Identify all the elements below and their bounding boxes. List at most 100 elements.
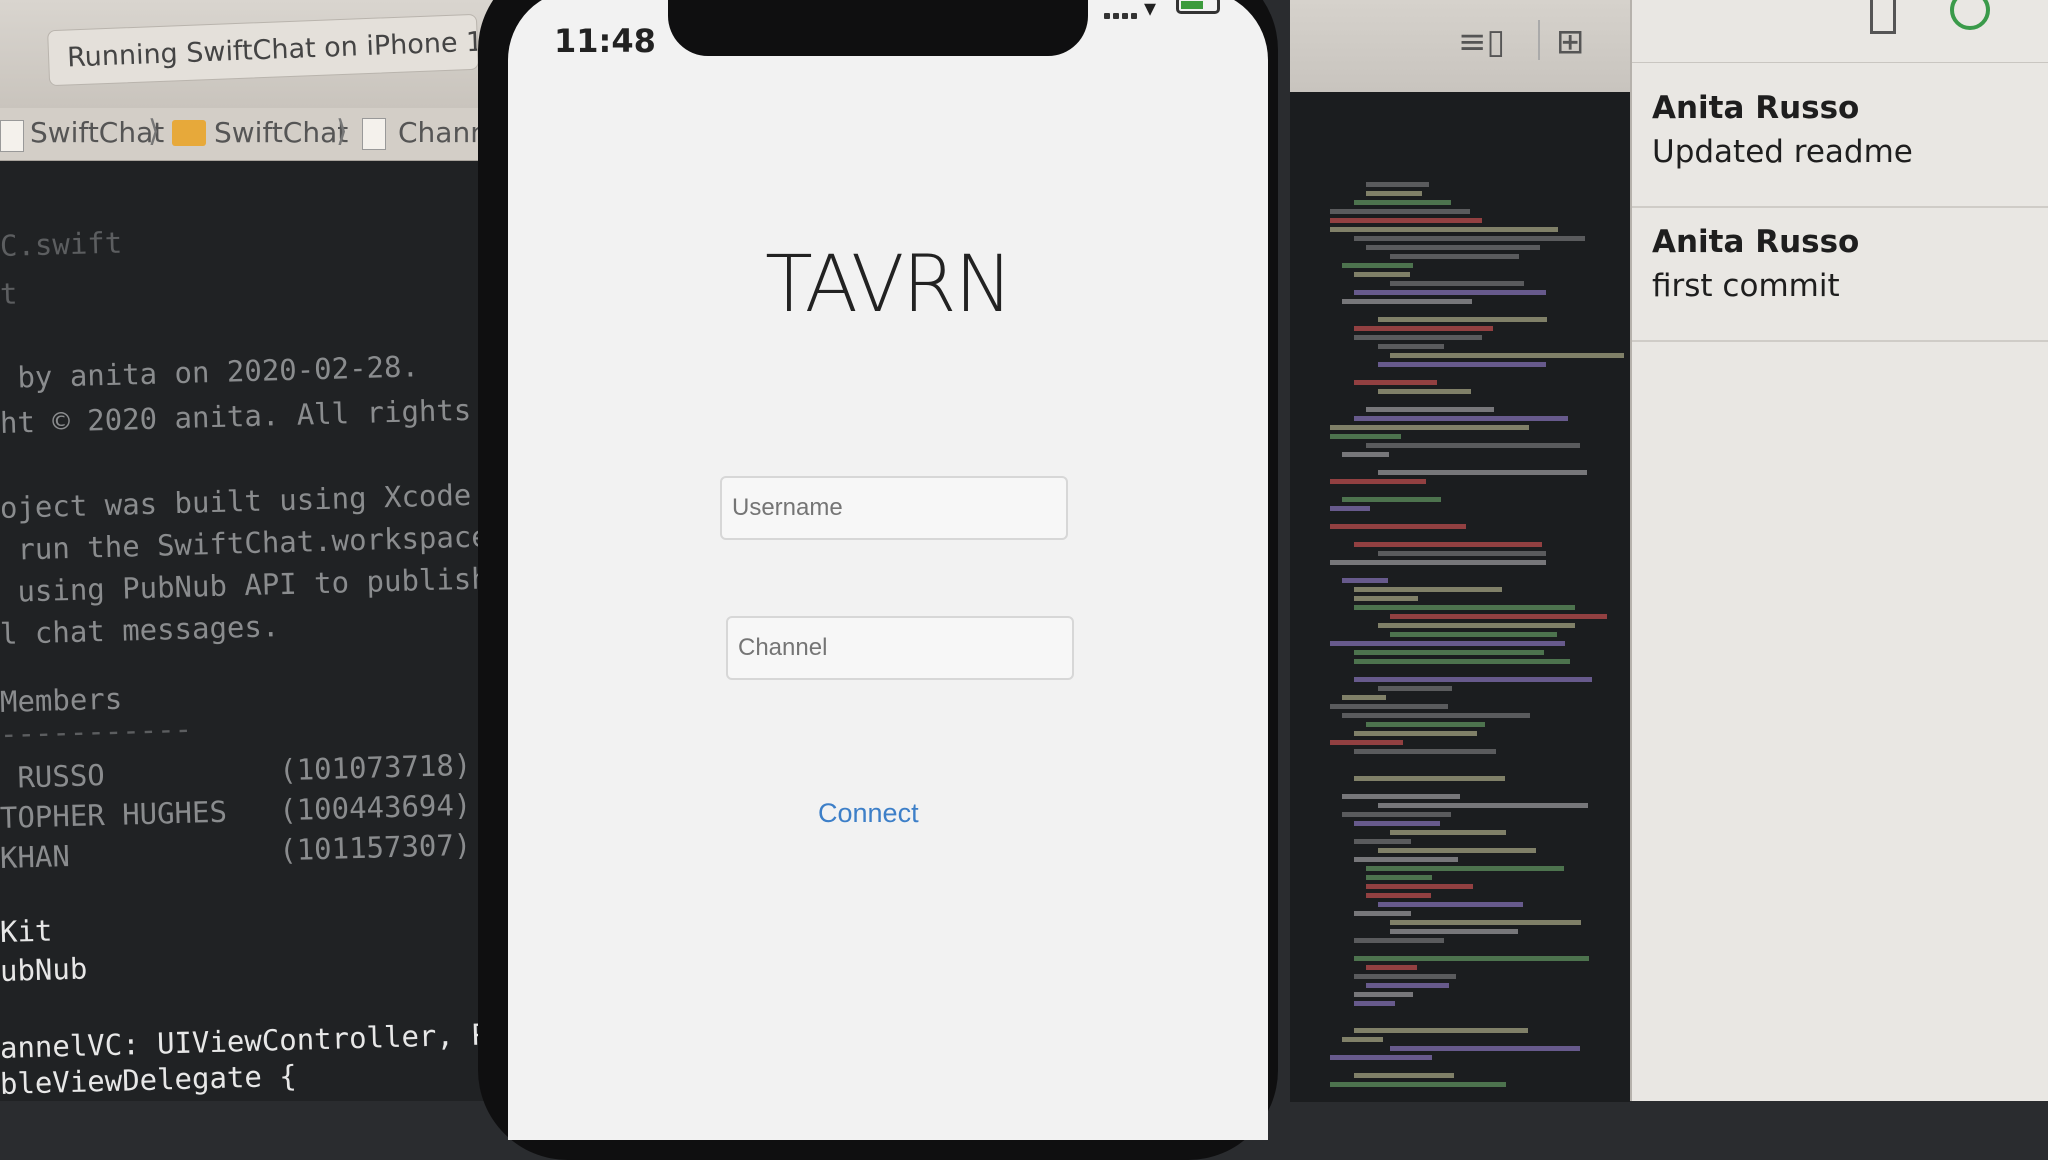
minimap-line <box>1330 425 1529 430</box>
minimap-line <box>1330 209 1470 214</box>
minimap-line <box>1354 1001 1395 1006</box>
document-icon[interactable] <box>1870 0 1896 34</box>
minimap-line <box>1354 200 1451 205</box>
minimap-line <box>1354 587 1502 592</box>
app-title: TAVRN <box>765 240 1013 330</box>
breadcrumb-group[interactable]: SwiftChat <box>214 116 348 149</box>
minimap-line <box>1354 776 1505 781</box>
commit-author: Anita Russo <box>1652 90 1860 126</box>
minimap-line <box>1342 1037 1383 1042</box>
editor-toolbar: ≡▯ ⊞ <box>1290 0 1630 92</box>
minimap-line <box>1330 218 1483 223</box>
minimap-line <box>1354 839 1412 844</box>
minimap-line <box>1390 929 1519 934</box>
minimap-line <box>1354 596 1419 601</box>
minimap-line <box>1354 857 1459 862</box>
minimap-line <box>1330 704 1448 709</box>
minimap-line <box>1330 1082 1507 1087</box>
minimap-line <box>1366 893 1431 898</box>
xcode-toolbar: Running SwiftChat on iPhone 11 <box>0 0 520 108</box>
minimap-line <box>1330 524 1466 529</box>
minimap-line <box>1366 965 1417 970</box>
minimap-line <box>1354 1028 1529 1033</box>
code-line: TOPHER HUGHES (100443694) <box>0 787 472 835</box>
minimap-line <box>1354 380 1438 385</box>
minimap-line <box>1378 803 1589 808</box>
minimap-line <box>1330 227 1558 232</box>
channel-field[interactable] <box>726 616 1074 680</box>
source-control-panel: Anita Russo Updated readme Anita Russo f… <box>1630 0 2048 1101</box>
activity-status-text: Running SwiftChat on iPhone 11 <box>66 25 479 74</box>
status-bar-time: 11:48 <box>554 22 656 60</box>
breadcrumb-file[interactable]: Chann <box>398 116 488 149</box>
minimap-line <box>1390 281 1525 286</box>
commit-item[interactable]: Anita Russo Updated readme <box>1632 72 2048 208</box>
minimap-line <box>1390 830 1507 835</box>
minimap-line <box>1366 182 1430 187</box>
minimap-line <box>1366 866 1565 871</box>
minimap-line <box>1330 1055 1432 1060</box>
jump-bar: SwiftChat ⟩ SwiftChat ⟩ Chann <box>0 108 520 161</box>
minimap-line <box>1366 191 1422 196</box>
commit-message: Updated readme <box>1652 134 1913 170</box>
iphone-screen: 11:48 ▾ TAVRN Connect <box>508 0 1268 1140</box>
minimap-line <box>1354 659 1571 664</box>
code-line: Kit <box>0 913 53 949</box>
code-minimap[interactable] <box>1290 92 1630 1102</box>
minimap-line <box>1330 560 1547 565</box>
minimap-line <box>1330 506 1371 511</box>
code-line: using PubNub API to publish, s <box>0 559 520 609</box>
commit-author: Anita Russo <box>1652 224 1860 260</box>
minimap-line <box>1366 722 1486 727</box>
minimap-line <box>1354 542 1542 547</box>
minimap-line <box>1378 317 1548 322</box>
username-field[interactable] <box>720 476 1068 540</box>
commit-item[interactable]: Anita Russo first commit <box>1632 206 2048 342</box>
minimap-line <box>1342 497 1442 502</box>
minimap-line <box>1342 695 1387 700</box>
minimap-line <box>1354 821 1440 826</box>
editor-layout-icon[interactable]: ≡▯ <box>1458 22 1505 62</box>
toolbar-divider <box>1538 20 1540 60</box>
minimap-line <box>1378 623 1576 628</box>
code-editor[interactable]: C.swift t by anita on 2020-02-28. ht © 2… <box>0 161 520 1101</box>
minimap-line <box>1354 1073 1454 1078</box>
code-line: annelVC: UIViewController, PNObje <box>0 1014 520 1065</box>
add-editor-icon[interactable]: ⊞ <box>1556 22 1585 62</box>
code-line: t <box>0 276 18 311</box>
breadcrumb-project[interactable]: SwiftChat <box>30 116 164 149</box>
history-clock-icon[interactable] <box>1950 0 1990 30</box>
minimap-line <box>1366 875 1433 880</box>
minimap-line <box>1354 290 1546 295</box>
minimap-line <box>1366 443 1580 448</box>
minimap-line <box>1342 812 1451 817</box>
connect-button[interactable]: Connect <box>818 798 919 829</box>
minimap-line <box>1354 605 1576 610</box>
iphone-notch <box>668 0 1088 56</box>
minimap-line <box>1330 641 1565 646</box>
code-line: RUSSO (101073718) <box>0 747 472 795</box>
minimap-line <box>1354 731 1478 736</box>
battery-icon <box>1176 0 1220 14</box>
code-line: KHAN (101157307) <box>0 827 472 875</box>
cellular-signal-icon <box>1104 4 1140 19</box>
minimap-line <box>1354 911 1412 916</box>
minimap-line <box>1342 263 1413 268</box>
minimap-line <box>1354 236 1586 241</box>
swift-file-icon <box>362 118 386 150</box>
minimap-line <box>1390 614 1608 619</box>
minimap-line <box>1378 551 1546 556</box>
minimap-line <box>1378 848 1536 853</box>
minimap-line <box>1354 416 1569 421</box>
code-line: by anita on 2020-02-28. <box>0 349 420 395</box>
minimap-line <box>1354 335 1482 340</box>
code-line: ----------- <box>0 711 193 751</box>
minimap-line <box>1354 938 1444 943</box>
folder-icon <box>172 120 206 146</box>
minimap-line <box>1342 452 1390 457</box>
commit-message: first commit <box>1652 268 1840 304</box>
minimap-line <box>1342 578 1388 583</box>
minimap-line <box>1354 956 1590 961</box>
minimap-line <box>1342 794 1460 799</box>
minimap-line <box>1354 974 1456 979</box>
